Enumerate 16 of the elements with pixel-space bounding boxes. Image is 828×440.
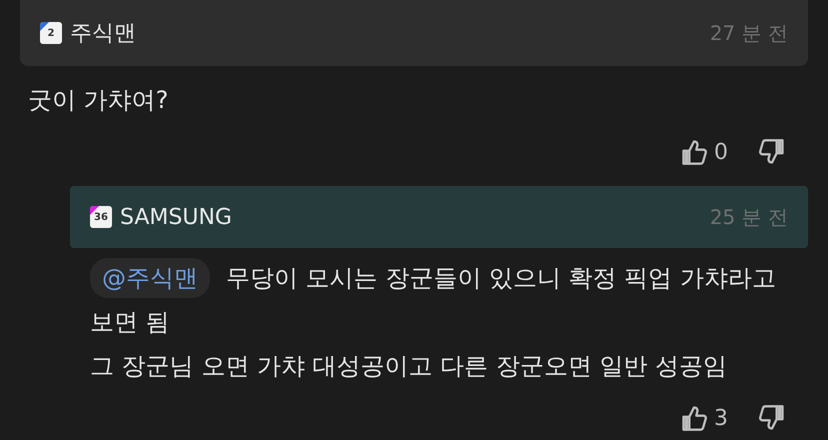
level-badge: 36 [90,206,112,228]
comment-text: @주식맨 무당이 모시는 장군들이 있으니 확정 픽업 가챠라고 보면 됨 [90,256,786,344]
mention-link[interactable]: @주식맨 [90,258,210,298]
like-count: 3 [714,406,728,430]
level-badge: 2 [40,22,62,44]
comment-time: 25 분 전 [710,204,788,230]
comment-text: 굿이 가챠여? [28,85,170,116]
thumbs-up-icon[interactable] [680,404,708,432]
author-name[interactable]: SAMSUNG [120,204,710,230]
thumbs-down-icon[interactable] [758,138,786,166]
comment-time: 27 분 전 [710,20,788,46]
thumbs-up-icon[interactable] [680,138,708,166]
like-count: 0 [714,140,728,164]
comment-text: 그 장군님 오면 가챠 대성공이고 다른 장군오면 일반 성공임 [90,351,728,382]
author-name[interactable]: 주식맨 [70,18,710,48]
thumbs-down-icon[interactable] [758,404,786,432]
